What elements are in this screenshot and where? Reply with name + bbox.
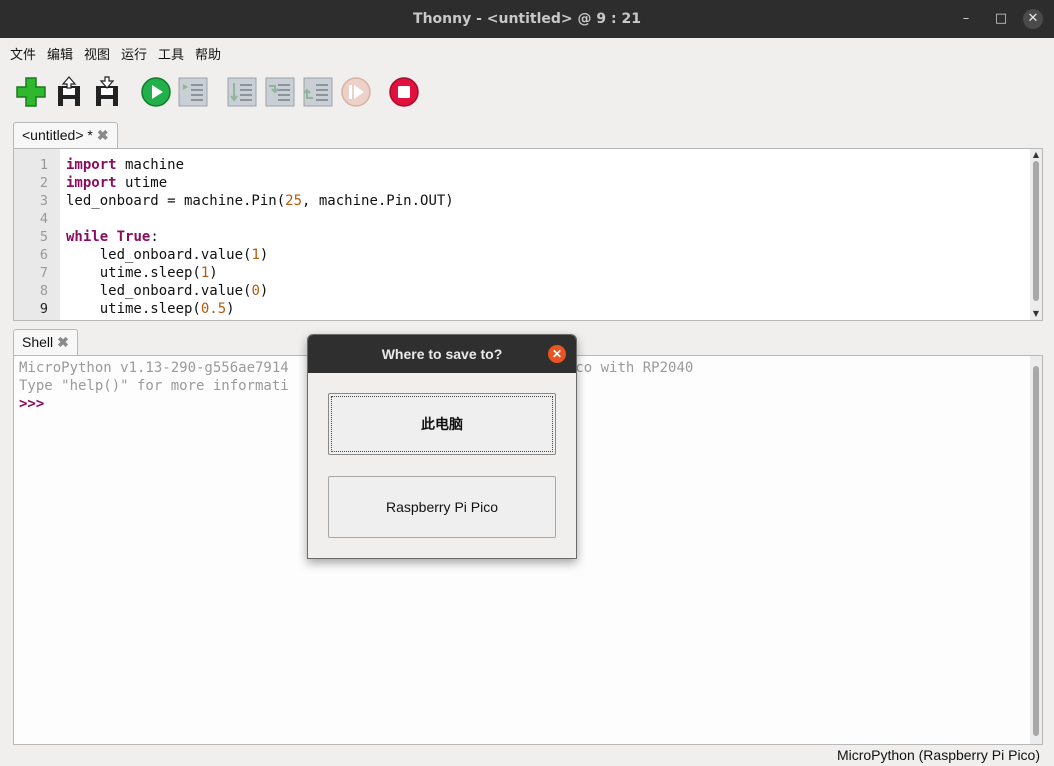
tab-untitled[interactable]: <untitled> * ✖	[13, 122, 118, 149]
code-token: )	[209, 265, 218, 281]
shell-tab-label: Shell	[22, 334, 54, 350]
save-to-computer-button[interactable]: 此电脑	[328, 393, 556, 455]
dialog-title: Where to save to?	[381, 346, 503, 362]
editor-scrollbar[interactable]: ▲ ▼	[1030, 149, 1042, 320]
code-token: , machine.Pin.OUT)	[302, 193, 454, 209]
code-token: led_onboard.value(	[66, 247, 252, 263]
line-number: 8	[39, 283, 48, 299]
code-token: machine	[116, 157, 185, 173]
code-token: while	[66, 229, 109, 245]
code-token: 0.5	[200, 301, 227, 317]
save-file-icon[interactable]	[92, 76, 124, 108]
menu-file[interactable]: 文件	[10, 44, 36, 63]
code-token: 1	[251, 247, 260, 263]
open-file-icon[interactable]	[54, 76, 86, 108]
shell-tab-close-icon[interactable]: ✖	[57, 334, 69, 350]
new-file-icon[interactable]	[15, 76, 47, 108]
close-window-button[interactable]: ✕	[1023, 9, 1043, 29]
save-to-pico-button[interactable]: Raspberry Pi Pico	[328, 476, 556, 538]
menu-run[interactable]: 运行	[121, 44, 147, 63]
code-token: True	[116, 229, 151, 245]
line-number: 5	[39, 229, 48, 245]
toolbar	[0, 66, 1054, 120]
shell-scrollbar[interactable]	[1030, 356, 1042, 744]
tab-close-icon[interactable]: ✖	[97, 127, 109, 143]
tab-label: <untitled> *	[22, 127, 93, 143]
code-line[interactable]: utime.sleep(1)	[66, 264, 454, 282]
line-number: 4	[39, 211, 48, 227]
menu-bar: 文件 编辑 视图 运行 工具 帮助	[0, 38, 1054, 66]
interpreter-status[interactable]: MicroPython (Raspberry Pi Pico)	[837, 747, 1040, 763]
minimize-button[interactable]: –	[956, 9, 976, 29]
code-token: utime	[116, 175, 168, 191]
menu-tools[interactable]: 工具	[158, 44, 184, 63]
dialog-close-icon[interactable]: ✕	[548, 345, 566, 363]
step-into-icon[interactable]	[264, 76, 296, 108]
line-number: 2	[39, 175, 48, 191]
shell-scroll-thumb[interactable]	[1033, 366, 1039, 736]
step-over-icon[interactable]	[226, 76, 258, 108]
code-token: utime.sleep(	[66, 265, 201, 281]
stop-icon[interactable]	[388, 76, 420, 108]
code-token: utime.sleep(	[66, 301, 201, 317]
dialog-titlebar: Where to save to? ✕	[308, 335, 576, 373]
maximize-button[interactable]: □	[991, 9, 1011, 29]
line-number-gutter: 1 2 3 4 5 6 7 8 9	[14, 149, 60, 320]
tab-shell[interactable]: Shell ✖	[13, 329, 78, 356]
line-number: 3	[39, 193, 48, 209]
window-title: Thonny - <untitled> @ 9 : 21	[413, 11, 641, 27]
code-token: )	[259, 283, 269, 299]
code-token: )	[226, 301, 235, 317]
code-token: import	[66, 175, 117, 191]
code-line[interactable]: import utime	[66, 174, 454, 192]
line-number: 1	[39, 157, 48, 173]
code-token: led_onboard.value(	[66, 283, 252, 299]
code-line[interactable]: led_onboard = machine.Pin(25, machine.Pi…	[66, 192, 454, 210]
code-area[interactable]: import machine import utime led_onboard = …	[66, 149, 454, 318]
code-line[interactable]: led_onboard.value(1)	[66, 246, 454, 264]
code-line[interactable]: led_onboard.value(0)	[66, 282, 454, 300]
save-location-dialog: Where to save to? ✕ 此电脑 Raspberry Pi Pic…	[307, 334, 577, 559]
code-line[interactable]: import machine	[66, 156, 454, 174]
menu-help[interactable]: 帮助	[195, 44, 221, 63]
code-token: 25	[285, 193, 303, 209]
code-line[interactable]: while True:	[66, 228, 454, 246]
run-icon[interactable]	[140, 76, 172, 108]
menu-view[interactable]: 视图	[84, 44, 110, 63]
scroll-down-icon[interactable]: ▼	[1030, 309, 1042, 319]
step-out-icon[interactable]	[302, 76, 334, 108]
code-token: :	[150, 229, 159, 245]
code-line[interactable]	[66, 210, 454, 228]
code-token: import	[66, 157, 117, 173]
line-number: 9	[39, 301, 48, 317]
resume-icon[interactable]	[340, 76, 372, 108]
code-token: 0	[251, 283, 260, 299]
code-editor[interactable]: 123456789 import machine import utime led_…	[13, 148, 1043, 321]
scroll-up-icon[interactable]: ▲	[1030, 150, 1042, 160]
debug-icon[interactable]	[177, 76, 209, 108]
line-number: 6	[39, 247, 48, 263]
window-titlebar: Thonny - <untitled> @ 9 : 21 – □ ✕	[0, 0, 1054, 38]
code-line[interactable]: utime.sleep(0.5)	[66, 300, 454, 318]
scroll-thumb[interactable]	[1033, 161, 1039, 301]
menu-edit[interactable]: 编辑	[47, 44, 73, 63]
line-number: 7	[39, 265, 48, 281]
code-token: led_onboard = machine.Pin(	[66, 193, 286, 209]
code-token: )	[259, 247, 269, 263]
